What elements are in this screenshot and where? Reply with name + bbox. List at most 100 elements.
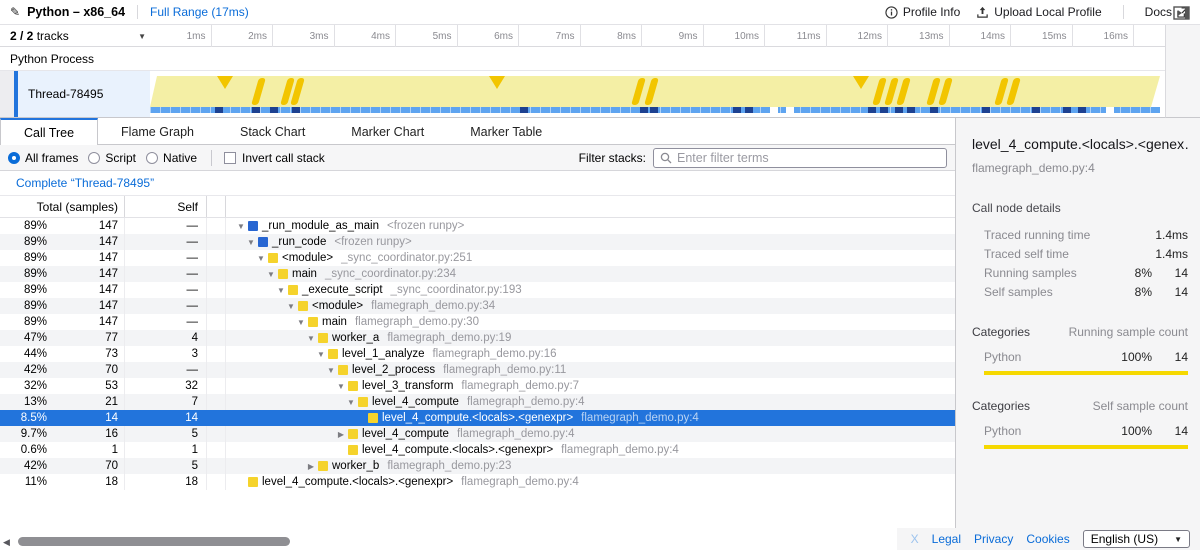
column-total-samples[interactable]: Total (samples) xyxy=(0,196,125,217)
radio-circle xyxy=(88,152,100,164)
tab-call-tree[interactable]: Call Tree xyxy=(0,118,98,145)
sample-dark-segment xyxy=(907,107,915,113)
table-row[interactable]: 89%147—▼mainflamegraph_demo.py:30 xyxy=(0,314,955,330)
source-location: flamegraph_demo.py:4 xyxy=(461,476,579,488)
category-square-icon xyxy=(248,221,258,231)
radio-native[interactable]: Native xyxy=(146,151,197,165)
table-row[interactable]: 0.6%11level_4_compute.<locals>.<genexpr>… xyxy=(0,442,955,458)
tracks-dropdown-button[interactable]: 2 / 2 tracks ▼ xyxy=(10,25,146,47)
function-name: level_4_compute xyxy=(362,428,449,440)
ruler-tick-label: 5ms xyxy=(433,31,452,42)
total-count: 147 xyxy=(47,220,124,232)
call-tree-settings: All frames Script Native Invert call stack… xyxy=(0,145,955,171)
footer-link-cookies[interactable]: Cookies xyxy=(1026,532,1069,546)
expand-arrow[interactable]: ▼ xyxy=(264,270,278,279)
full-range-button[interactable]: Full Range (17ms) xyxy=(150,5,249,19)
radio-script[interactable]: Script xyxy=(88,151,136,165)
category-percent: 100% xyxy=(1108,350,1152,364)
footer-link-legal[interactable]: Legal xyxy=(932,532,961,546)
table-row[interactable]: 8.5%1414level_4_compute.<locals>.<genexp… xyxy=(0,410,955,426)
total-percent: 89% xyxy=(0,252,47,264)
cell-total: 42%70 xyxy=(0,362,125,378)
expand-arrow[interactable]: ▼ xyxy=(344,398,358,407)
expand-arrow[interactable]: ▶ xyxy=(334,430,348,439)
category-square-icon xyxy=(298,301,308,311)
expand-arrow[interactable]: ▼ xyxy=(244,238,258,247)
call-node-details-heading: Call node details xyxy=(972,201,1188,215)
table-row[interactable]: 42%70—▼level_2_processflamegraph_demo.py… xyxy=(0,362,955,378)
horizontal-scrollbar[interactable]: ◀ xyxy=(0,536,940,548)
function-name: <module> xyxy=(312,300,363,312)
info-icon xyxy=(885,6,898,19)
cell-tree: level_4_compute.<locals>.<genexpr>flameg… xyxy=(226,474,955,490)
table-row[interactable]: 89%147—▼main_sync_coordinator.py:234 xyxy=(0,266,955,282)
expand-arrow[interactable]: ▼ xyxy=(314,350,328,359)
tab-marker-chart[interactable]: Marker Chart xyxy=(328,118,447,145)
expand-arrow[interactable]: ▼ xyxy=(274,286,288,295)
total-percent: 11% xyxy=(0,476,47,488)
frame-filter-radios: All frames Script Native xyxy=(8,151,207,165)
radio-circle xyxy=(146,152,158,164)
table-row[interactable]: 89%147—▼_run_module_as_main<frozen runpy… xyxy=(0,218,955,234)
filter-stacks-input[interactable]: Enter filter terms xyxy=(653,148,947,168)
total-percent: 32% xyxy=(0,380,47,392)
filter-stacks-label: Filter stacks: xyxy=(579,151,646,165)
cell-tree: ▼level_1_analyzeflamegraph_demo.py:16 xyxy=(226,346,955,362)
table-row[interactable]: 44%733▼level_1_analyzeflamegraph_demo.py… xyxy=(0,346,955,362)
expand-arrow[interactable]: ▼ xyxy=(324,366,338,375)
scroll-left-arrow[interactable]: ◀ xyxy=(3,537,10,548)
expand-arrow[interactable]: ▼ xyxy=(304,334,318,343)
expand-arrow[interactable]: ▼ xyxy=(334,382,348,391)
sample-dark-segment xyxy=(640,107,648,113)
detail-percent: 8% xyxy=(1108,266,1152,280)
thread-activity-graph[interactable] xyxy=(150,71,1160,117)
thread-name: Thread-78495 xyxy=(28,87,103,101)
sample-dark-segment xyxy=(880,107,888,113)
tab-flame-graph[interactable]: Flame Graph xyxy=(98,118,217,145)
sidebar-toggle-button[interactable] xyxy=(1172,5,1192,21)
cell-total: 47%77 xyxy=(0,330,125,346)
footer-close-button[interactable]: X xyxy=(911,532,919,546)
column-self[interactable]: Self xyxy=(125,196,207,217)
table-row[interactable]: 89%147—▼<module>flamegraph_demo.py:34 xyxy=(0,298,955,314)
ruler-tick-label: 3ms xyxy=(310,31,329,42)
cell-spacer xyxy=(207,458,226,474)
table-row[interactable]: 47%774▼worker_aflamegraph_demo.py:19 xyxy=(0,330,955,346)
divider xyxy=(1123,5,1124,19)
table-row[interactable]: 32%5332▼level_3_transformflamegraph_demo… xyxy=(0,378,955,394)
tab-stack-chart[interactable]: Stack Chart xyxy=(217,118,328,145)
expand-arrow[interactable]: ▶ xyxy=(304,462,318,471)
breadcrumb[interactable]: Complete “Thread-78495” xyxy=(16,176,154,190)
table-row[interactable]: 13%217▼level_4_computeflamegraph_demo.py… xyxy=(0,394,955,410)
table-row[interactable]: 9.7%165▶level_4_computeflamegraph_demo.p… xyxy=(0,426,955,442)
detail-percent: 8% xyxy=(1108,285,1152,299)
table-row[interactable]: 89%147—▼_execute_script_sync_coordinator… xyxy=(0,282,955,298)
edit-pencil-icon[interactable]: ✎ xyxy=(10,5,20,19)
footer-link-privacy[interactable]: Privacy xyxy=(974,532,1013,546)
process-track-header[interactable]: Python Process xyxy=(0,47,1200,71)
thread-track-label[interactable]: Thread-78495 xyxy=(18,71,150,117)
radio-all-frames[interactable]: All frames xyxy=(8,151,78,165)
total-percent: 89% xyxy=(0,268,47,280)
breadcrumb-row: Complete “Thread-78495” xyxy=(0,171,955,196)
language-select[interactable]: English (US) ▼ xyxy=(1083,530,1190,548)
tab-marker-table[interactable]: Marker Table xyxy=(447,118,565,145)
scrollbar-thumb[interactable] xyxy=(18,537,290,546)
category-square-icon xyxy=(268,253,278,263)
source-location: _sync_coordinator.py:234 xyxy=(325,268,456,280)
source-location: flamegraph_demo.py:4 xyxy=(457,428,575,440)
expand-arrow[interactable]: ▼ xyxy=(294,318,308,327)
profile-info-button[interactable]: Profile Info xyxy=(885,5,960,19)
ruler-tick: 15ms xyxy=(1011,25,1073,47)
table-row[interactable]: 11%1818level_4_compute.<locals>.<genexpr… xyxy=(0,474,955,490)
table-row[interactable]: 89%147—▼_run_code<frozen runpy> xyxy=(0,234,955,250)
invert-call-stack-checkbox[interactable]: Invert call stack xyxy=(224,151,325,165)
tracks-word: tracks xyxy=(33,29,68,43)
expand-arrow[interactable]: ▼ xyxy=(284,302,298,311)
upload-profile-button[interactable]: Upload Local Profile xyxy=(976,5,1101,19)
table-row[interactable]: 89%147—▼<module>_sync_coordinator.py:251 xyxy=(0,250,955,266)
table-row[interactable]: 42%705▶worker_bflamegraph_demo.py:23 xyxy=(0,458,955,474)
expand-arrow[interactable]: ▼ xyxy=(234,222,248,231)
invert-label: Invert call stack xyxy=(242,151,325,165)
expand-arrow[interactable]: ▼ xyxy=(254,254,268,263)
